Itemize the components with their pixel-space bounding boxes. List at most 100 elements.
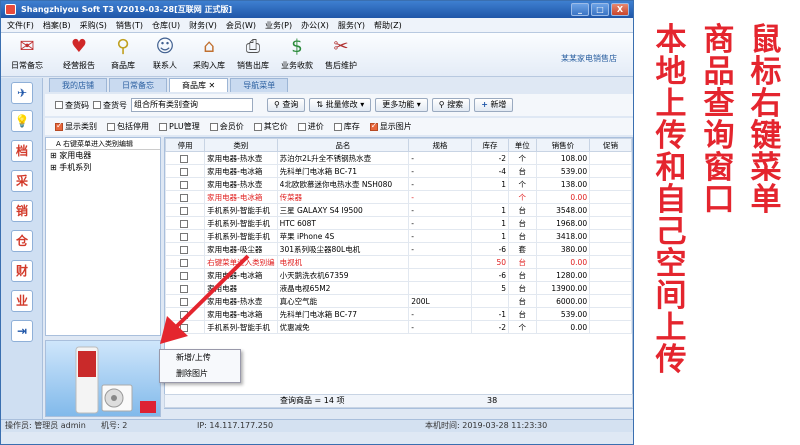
- col-spec[interactable]: 规格: [408, 138, 472, 152]
- col-promo[interactable]: 促销: [589, 138, 632, 152]
- row-checkbox[interactable]: [180, 258, 189, 267]
- finance-icon[interactable]: 财: [11, 260, 33, 282]
- col-price[interactable]: 销售价: [535, 138, 591, 152]
- table-row[interactable]: 家用电器 液晶电视65M2 5 台 13900.00: [165, 281, 632, 295]
- menu-office[interactable]: 办公(X): [301, 20, 329, 31]
- col-name[interactable]: 品名: [276, 138, 410, 152]
- disable-checkbox[interactable]: [165, 190, 206, 204]
- include-disabled-checkbox[interactable]: 包括停用: [107, 121, 149, 132]
- archive-icon[interactable]: 档: [11, 140, 33, 162]
- query-button[interactable]: ⚲ 查询: [267, 98, 306, 112]
- disable-checkbox[interactable]: [165, 255, 206, 269]
- table-row[interactable]: 家用电器-电冰箱 传菜器 - 个 0.00: [165, 190, 632, 204]
- show-category-checkbox[interactable]: 显示类别: [55, 121, 97, 132]
- menu-purchase[interactable]: 采购(S): [80, 20, 107, 31]
- disable-checkbox[interactable]: [165, 268, 206, 282]
- table-row[interactable]: 手机系列-智能手机 三星 GALAXY S4 I9500-1 台 3548.00: [165, 203, 632, 217]
- show-image-checkbox[interactable]: 显示图片: [369, 121, 412, 132]
- table-row[interactable]: 家用电器-电冰箱 小天鹅洗衣机67359 -6 台 1280.00: [165, 268, 632, 282]
- add-button[interactable]: + 新增: [474, 98, 514, 112]
- col-stock[interactable]: 库存: [470, 138, 510, 152]
- warehouse-icon[interactable]: 仓: [11, 230, 33, 252]
- toolbar-purchase-button[interactable]: ⌂ 采购入库: [187, 36, 231, 76]
- col-category[interactable]: 类别: [204, 138, 278, 152]
- table-row[interactable]: 手机系列-智能手机 苹果 iPhone 4S -1 台 3418.00: [165, 229, 632, 243]
- close-button[interactable]: X: [611, 3, 629, 16]
- disable-checkbox[interactable]: [165, 151, 206, 165]
- purchase-icon[interactable]: 采: [11, 170, 33, 192]
- sales-icon[interactable]: 销: [11, 200, 33, 222]
- other-price-checkbox[interactable]: 其它价: [253, 121, 288, 132]
- tab-product-library[interactable]: 商品库 ✕: [169, 78, 229, 92]
- toolbar-payment-button[interactable]: $ 业务收款: [275, 36, 319, 76]
- table-row[interactable]: 家用电器-电冰箱 先科单门电冰箱 BC-71- -4 台 539.00: [165, 164, 632, 178]
- col-unit[interactable]: 单位: [508, 138, 537, 152]
- disable-checkbox[interactable]: [165, 242, 206, 256]
- row-checkbox[interactable]: [180, 310, 189, 319]
- stock-checkbox[interactable]: 库存: [333, 121, 360, 132]
- toolbar-service-button[interactable]: ✂ 售后维护: [319, 36, 363, 76]
- table-row[interactable]: 手机系列-智能手机 HTC 608T -1 台 1968.00: [165, 216, 632, 230]
- disable-checkbox[interactable]: [165, 294, 206, 308]
- row-checkbox[interactable]: [180, 180, 189, 189]
- row-checkbox[interactable]: [180, 167, 189, 176]
- row-checkbox[interactable]: [180, 297, 189, 306]
- table-row[interactable]: 右键菜单进入类别编 电视机 50 台 0.00: [165, 255, 632, 269]
- disable-checkbox[interactable]: [165, 177, 206, 191]
- toolbar-contacts-button[interactable]: ☺ 联系人: [143, 36, 187, 76]
- menu-help[interactable]: 帮助(Z): [374, 20, 402, 31]
- col-disabled[interactable]: 停用: [165, 138, 206, 152]
- menu-service[interactable]: 服务(Y): [338, 20, 365, 31]
- menu-sales[interactable]: 销售(T): [116, 20, 143, 31]
- disable-checkbox[interactable]: [165, 229, 206, 243]
- tab-memo[interactable]: 日常备忘: [109, 78, 167, 92]
- tree-node[interactable]: ⊞ 手机系列: [46, 162, 160, 174]
- toolbar-report-button[interactable]: ♥ 经营报告: [57, 36, 101, 76]
- table-row[interactable]: 家用电器-热水壶 4北欧欧慕迷你电热水壶 NSH080-1 个 138.00: [165, 177, 632, 191]
- search-code-checkbox[interactable]: 查货码: [55, 100, 89, 111]
- minimize-button[interactable]: _: [571, 3, 589, 16]
- table-row[interactable]: 家用电器-热水壶 真心空气能 200L 台 6000.00: [165, 294, 632, 308]
- member-price-checkbox[interactable]: 会员价: [209, 121, 244, 132]
- row-checkbox[interactable]: [180, 271, 189, 280]
- toolbar-product-button[interactable]: ⚲ 商品库: [101, 36, 145, 76]
- table-row[interactable]: 家用电器-电冰箱 先科单门电冰箱 BC-77- -1 台 539.00: [165, 307, 632, 321]
- table-row[interactable]: 家用电器-热水壶 苏泊尔2L升全不锈钢热水壶 - -2 个 108.00: [165, 151, 632, 165]
- row-checkbox[interactable]: [180, 154, 189, 163]
- disable-checkbox[interactable]: [165, 307, 206, 321]
- toolbar-sales-button[interactable]: ⎙ 销售出库: [231, 36, 275, 76]
- row-checkbox[interactable]: [180, 206, 189, 215]
- menu-file[interactable]: 文件(F): [7, 20, 34, 31]
- tab-my-store[interactable]: 我的店铺: [49, 78, 107, 92]
- close-icon[interactable]: ✕: [209, 81, 216, 90]
- row-checkbox[interactable]: [180, 193, 189, 202]
- search-button[interactable]: ⚲ 搜索: [431, 98, 471, 112]
- category-search-input[interactable]: 组合所有类别查询: [131, 98, 253, 112]
- disable-checkbox[interactable]: [165, 320, 206, 334]
- maximize-button[interactable]: □: [591, 3, 609, 16]
- product-image-preview[interactable]: [45, 340, 161, 417]
- airplane-icon[interactable]: ✈: [11, 82, 33, 104]
- tree-node[interactable]: ⊞ 家用电器: [46, 150, 160, 162]
- row-checkbox[interactable]: [180, 323, 189, 332]
- disable-checkbox[interactable]: [165, 203, 206, 217]
- tab-navigation[interactable]: 导航菜单: [230, 78, 289, 92]
- toolbar-memo-button[interactable]: ✉ 日常备忘: [5, 36, 49, 76]
- menu-business[interactable]: 业务(P): [265, 20, 292, 31]
- row-checkbox[interactable]: [180, 232, 189, 241]
- batch-edit-button[interactable]: ⇅ 批量修改 ▾: [309, 98, 372, 112]
- row-checkbox[interactable]: [180, 284, 189, 293]
- disable-checkbox[interactable]: [165, 216, 206, 230]
- business-icon[interactable]: 业: [11, 290, 33, 312]
- plu-checkbox[interactable]: PLU管理: [159, 121, 200, 132]
- menu-finance[interactable]: 财务(V): [189, 20, 217, 31]
- disable-checkbox[interactable]: [165, 164, 206, 178]
- disable-checkbox[interactable]: [165, 281, 206, 295]
- menu-item-upload[interactable]: 新增/上传: [160, 350, 240, 366]
- table-row[interactable]: 家用电器-吸尘器 301系列吸尘器80L电机 - -6 套 380.00: [165, 242, 632, 256]
- more-functions-button[interactable]: 更多功能 ▾: [375, 98, 428, 112]
- cost-price-checkbox[interactable]: 进价: [297, 121, 324, 132]
- menu-member[interactable]: 会员(W): [226, 20, 256, 31]
- exit-icon[interactable]: ⇥: [11, 320, 33, 342]
- row-checkbox[interactable]: [180, 245, 189, 254]
